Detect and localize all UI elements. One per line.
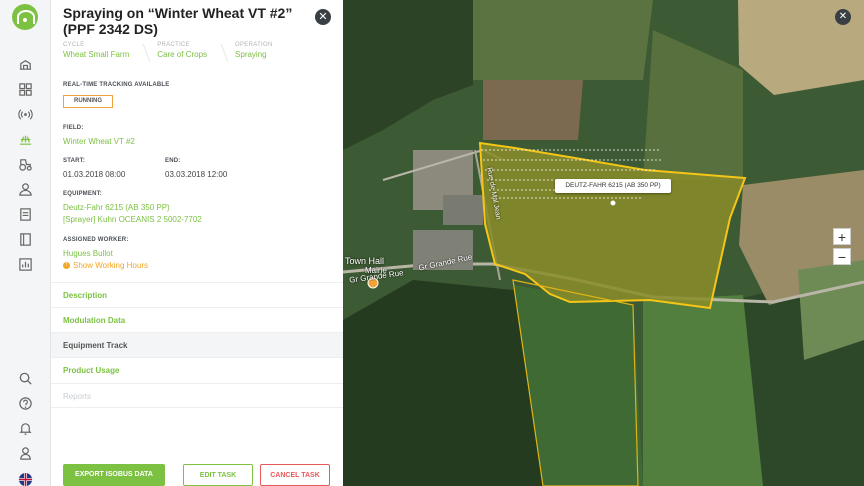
working-hours-text: Show Working Hours: [73, 261, 148, 270]
equipment-link-tractor[interactable]: Deutz-Fahr 6215 (AB 350 PP): [63, 202, 170, 213]
farm-icon[interactable]: [17, 56, 33, 72]
export-isobus-button[interactable]: EXPORT ISOBUS DATA: [63, 464, 165, 486]
field-label: FIELD:: [63, 125, 84, 131]
start-label: START:: [63, 158, 86, 164]
bell-icon[interactable]: [17, 420, 33, 436]
tracking-label: REAL-TIME TRACKING AVAILABLE: [63, 82, 170, 88]
fields-icon[interactable]: [17, 131, 33, 147]
notebook-icon[interactable]: [17, 231, 33, 247]
user-icon[interactable]: [17, 445, 33, 461]
dashboard-icon[interactable]: [17, 81, 33, 97]
tractor-icon[interactable]: [17, 156, 33, 172]
signal-icon[interactable]: [17, 106, 33, 122]
page-title: Spraying on “Winter Wheat VT #2” (PPF 23…: [63, 5, 293, 37]
satellite-map[interactable]: DEUTZ-FAHR 6215 (AB 350 PP) Town Hall Ma…: [343, 0, 864, 486]
uk-flag-icon[interactable]: [17, 471, 33, 486]
start-value: 01.03.2018 08:00: [63, 170, 126, 179]
equipment-link-sprayer[interactable]: [Sprayer] Kuhn OCEANIS 2 5002-7702: [63, 214, 202, 225]
section-description[interactable]: Description: [51, 282, 343, 307]
breadcrumb-value: Spraying: [235, 50, 267, 59]
section-reports: Reports: [51, 383, 343, 408]
workers-icon[interactable]: [17, 181, 33, 197]
map-imagery: [343, 0, 864, 486]
end-label: END:: [165, 158, 181, 164]
app: Spraying on “Winter Wheat VT #2” (PPF 23…: [0, 0, 864, 486]
cancel-task-button[interactable]: CANCEL TASK: [260, 464, 330, 486]
search-icon[interactable]: [17, 370, 33, 386]
nav-rail: [0, 0, 51, 486]
section-equipment-track[interactable]: Equipment Track: [51, 332, 343, 357]
close-icon[interactable]: ✕: [315, 9, 331, 25]
worker-label: ASSIGNED WORKER:: [63, 237, 129, 243]
storage-icon[interactable]: [17, 206, 33, 222]
task-detail-panel: Spraying on “Winter Wheat VT #2” (PPF 23…: [51, 0, 343, 486]
equipment-label: EQUIPMENT:: [63, 191, 103, 197]
zoom-in-button[interactable]: +: [833, 228, 851, 245]
edit-task-button[interactable]: EDIT TASK: [183, 464, 253, 486]
section-modulation-data[interactable]: Modulation Data: [51, 307, 343, 332]
town-hall-label: Town Hall: [345, 256, 385, 266]
breadcrumb: CYCLE Wheat Small Farm PRACTICE Care of …: [63, 42, 331, 68]
breadcrumb-key: OPERATION: [235, 42, 273, 48]
reports-icon[interactable]: [17, 256, 33, 272]
breadcrumb-operation[interactable]: OPERATION Spraying: [235, 42, 301, 68]
breadcrumb-cycle[interactable]: CYCLE Wheat Small Farm: [63, 42, 157, 68]
worker-link[interactable]: Hugues Bullot: [63, 248, 113, 259]
app-logo[interactable]: [12, 4, 38, 30]
help-icon[interactable]: [17, 395, 33, 411]
end-value: 03.03.2018 12:00: [165, 170, 228, 179]
status-badge: RUNNING: [63, 95, 113, 108]
field-link[interactable]: Winter Wheat VT #2: [63, 136, 135, 147]
breadcrumb-value: Wheat Small Farm: [63, 50, 130, 59]
breadcrumb-value: Care of Crops: [157, 50, 208, 59]
section-product-usage[interactable]: Product Usage: [51, 357, 343, 382]
equipment-tooltip[interactable]: DEUTZ-FAHR 6215 (AB 350 PP): [555, 179, 671, 193]
zoom-out-button[interactable]: −: [833, 248, 851, 265]
show-working-hours-link[interactable]: ! Show Working Hours: [63, 260, 148, 271]
warning-icon: !: [63, 262, 70, 270]
breadcrumb-key: PRACTICE: [157, 42, 190, 48]
breadcrumb-practice[interactable]: PRACTICE Care of Crops: [157, 42, 235, 68]
breadcrumb-key: CYCLE: [63, 42, 85, 48]
map-close-icon[interactable]: ✕: [835, 9, 851, 25]
